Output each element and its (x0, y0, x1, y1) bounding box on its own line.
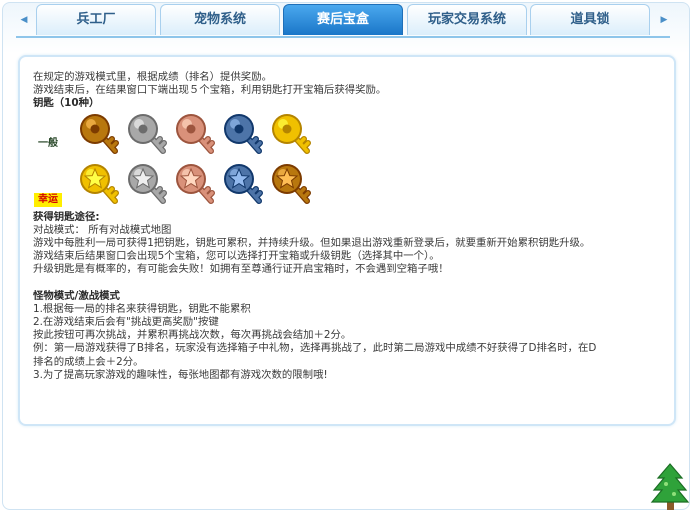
arrow-right-icon[interactable]: ▶ (658, 11, 670, 29)
monster-line: 按此按钮可再次挑战，并累积再挑战次数，每次再挑战会结加＋2分。 (33, 329, 352, 342)
key-icon (176, 163, 215, 204)
keys-heading: 钥匙（10种） (33, 97, 100, 110)
monster-line: 1.根据每一局的排名来获得钥匙，钥匙不能累积 (33, 302, 251, 315)
monster-line: 2.在游戏结束后会有"挑战更高奖励"按键 (33, 316, 219, 329)
key-row-lucky: 幸运 (33, 161, 661, 211)
key-icon (128, 163, 167, 204)
obtain-line: 游戏结束后结果窗口会出现5个宝箱，您可以选择打开宝箱或升级钥匙（选择其中一个）。 (33, 250, 440, 263)
obtain-line: 游戏中每胜利一局可获得1把钥匙，钥匙可累积，并持续升级。但如果退出游戏重新登录后… (33, 237, 591, 250)
monster-heading: 怪物模式/激战模式 (33, 289, 120, 302)
intro-line: 游戏结束后，在结果窗口下端出现５个宝箱，利用钥匙打开宝箱后获得奖励。 (33, 84, 387, 97)
tab-pet-system[interactable]: 宠物系统 (160, 4, 280, 35)
obtain-line: 对战模式： 所有对战模式地图 (33, 223, 172, 236)
monster-line: 3.为了提高玩家游戏的趣味性，每张地图都有游戏次数的限制哦! (33, 368, 328, 381)
tab-post-game-box[interactable]: 赛后宝盒 (283, 4, 403, 35)
obtain-line: 升级钥匙是有概率的，有可能会失败！如拥有至尊通行证开启宝箱时，不会遇到空箱子哦！ (33, 263, 449, 276)
obtain-heading: 获得钥匙途径: (33, 210, 100, 223)
tab-player-trade[interactable]: 玩家交易系统 (407, 4, 527, 35)
monster-line: 排名的成绩上会＋2分。 (33, 355, 144, 368)
key-row-label: 一般 (38, 137, 58, 149)
key-icon (272, 113, 311, 154)
tab-item-lock[interactable]: 道具锁 (530, 4, 650, 35)
key-icon (224, 113, 263, 154)
key-icon (176, 113, 215, 154)
key-row-normal: 一般 (33, 111, 661, 161)
tree-icon (650, 463, 690, 510)
content-body: 在规定的游戏模式里，根据成绩（排名）提供奖励。 游戏结束后，在结果窗口下端出现５… (33, 71, 661, 382)
tab-bar: ◀ 兵工厂 宠物系统 赛后宝盒 玩家交易系统 道具锁 ▶ (16, 2, 670, 38)
key-icon (128, 113, 167, 154)
key-icon (80, 163, 119, 204)
key-icon (80, 113, 119, 154)
intro-line: 在规定的游戏模式里，根据成绩（排名）提供奖励。 (33, 71, 272, 83)
key-icon (224, 163, 263, 204)
monster-line: 例：第一局游戏获得了B排名，玩家没有选择箱子中礼物，选择再挑战了，此时第二局游戏… (33, 342, 597, 355)
content-panel: 在规定的游戏模式里，根据成绩（排名）提供奖励。 游戏结束后，在结果窗口下端出现５… (18, 55, 676, 426)
tab-arsenal[interactable]: 兵工厂 (36, 4, 156, 35)
key-icon (272, 163, 311, 204)
key-row-label: 幸运 (34, 192, 62, 207)
arrow-left-icon[interactable]: ◀ (18, 11, 30, 29)
